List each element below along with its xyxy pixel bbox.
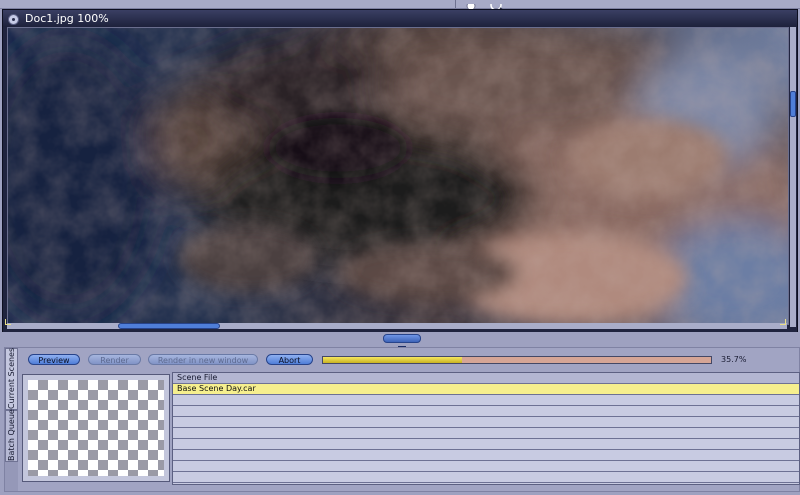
cloud-image (8, 28, 788, 324)
progress-fill (323, 357, 462, 363)
panel-splitter[interactable] (0, 332, 800, 347)
table-row[interactable]: Base Scene Day.car (173, 384, 799, 395)
scene-file-cell (173, 428, 177, 437)
scene-file-cell: Base Scene Day.car (177, 384, 256, 393)
close-icon[interactable] (8, 14, 19, 25)
circle-tool-icon[interactable] (466, 0, 476, 11)
top-toolbar-strip (0, 0, 800, 12)
render-progress-bar (322, 356, 712, 364)
render-preview (22, 374, 170, 482)
vertical-scrollbar[interactable] (790, 27, 796, 327)
scene-file-cell (173, 450, 177, 459)
scene-file-cell (173, 461, 177, 470)
document-title: Doc1.jpg 100% (25, 12, 109, 25)
table-row[interactable] (173, 461, 799, 472)
table-row[interactable] (173, 428, 799, 439)
table-row[interactable] (173, 395, 799, 406)
render-button[interactable]: Render (88, 354, 141, 365)
table-row[interactable] (173, 406, 799, 417)
splitter-handle[interactable] (383, 334, 421, 347)
vertical-scroll-thumb[interactable] (790, 91, 796, 117)
scene-file-cell (173, 439, 177, 448)
progress-percent: 35.7% (721, 355, 747, 364)
zoom-icon[interactable] (490, 0, 508, 12)
resize-corner-right-icon[interactable] (780, 319, 786, 325)
scene-file-table: Scene File Base Scene Day.car (172, 372, 800, 485)
tab-batch-queue-label: Batch Queue (7, 409, 16, 461)
tab-current-scenes-label: Current Scenes (7, 347, 16, 409)
render-panel: Current Scenes Batch Queue Preview Rende… (4, 347, 800, 492)
table-row[interactable] (173, 450, 799, 461)
scene-file-header[interactable]: Scene File (173, 373, 799, 384)
horizontal-scroll-thumb[interactable] (118, 323, 220, 329)
horizontal-scrollbar[interactable] (7, 323, 787, 329)
table-row[interactable] (173, 439, 799, 450)
scene-file-cell (173, 395, 177, 404)
toolbar-separator (455, 0, 456, 8)
resize-corner-left-icon (5, 319, 11, 325)
scene-file-cell (173, 472, 177, 481)
scene-file-cell (173, 417, 177, 426)
scene-file-cell (173, 406, 177, 415)
side-tabs: Current Scenes Batch Queue (5, 348, 18, 491)
document-titlebar[interactable]: Doc1.jpg 100% (3, 10, 797, 27)
preview-button[interactable]: Preview (28, 354, 80, 365)
render-new-window-button[interactable]: Render in new window (148, 354, 258, 365)
tab-current-scenes[interactable]: Current Scenes (5, 348, 18, 410)
tab-batch-queue[interactable]: Batch Queue (5, 409, 18, 462)
transparency-checkerboard (28, 380, 164, 476)
document-canvas[interactable] (7, 27, 789, 325)
table-row[interactable] (173, 417, 799, 428)
document-window: Doc1.jpg 100% (2, 9, 798, 333)
table-row[interactable] (173, 472, 799, 483)
abort-button[interactable]: Abort (266, 354, 313, 365)
scene-file-header-label: Scene File (177, 373, 218, 382)
